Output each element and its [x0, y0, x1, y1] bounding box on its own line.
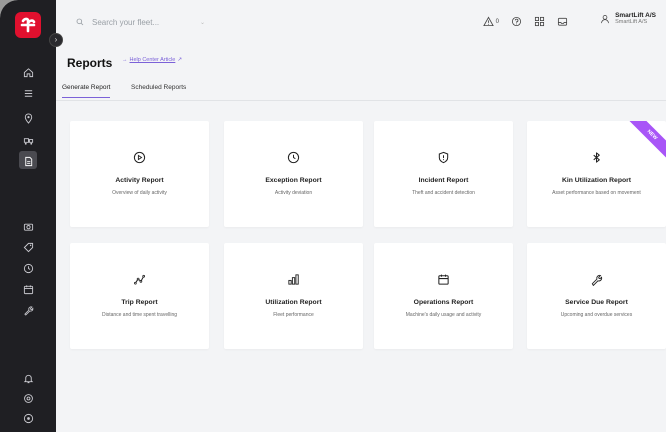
report-card-exception[interactable]: Exception Report Activity deviation [224, 121, 363, 227]
wrench-icon [23, 305, 33, 316]
external-link-icon: ↗ [177, 57, 182, 63]
report-card-title: Incident Report [418, 177, 469, 184]
list-icon [24, 89, 32, 97]
alert-count: 0 [495, 18, 499, 25]
sidebar-item-units[interactable] [0, 130, 56, 150]
home-icon [23, 67, 33, 77]
sidebar-item-reports[interactable] [0, 151, 56, 171]
sidebar-item-settings[interactable] [0, 388, 56, 408]
report-card-description: Overview of daily activity [112, 190, 167, 196]
report-card-incident[interactable]: Incident Report Theft and accident detec… [374, 121, 513, 227]
report-card-kin-utilization[interactable]: NEW Kin Utilization Report Asset perform… [527, 121, 666, 227]
help-link-arrow-icon: → [122, 57, 128, 63]
sidebar-item-history[interactable] [0, 258, 56, 278]
report-card-title: Trip Report [121, 299, 158, 306]
brand-logo[interactable] [15, 12, 41, 38]
help-button[interactable] [511, 16, 522, 27]
reports-icon [24, 156, 32, 166]
route-icon [133, 274, 146, 285]
report-card-activity[interactable]: Activity Report Overview of daily activi… [70, 121, 209, 227]
sidebar-item-service[interactable] [0, 300, 56, 320]
report-card-title: Exception Report [265, 177, 322, 184]
report-card-description: Asset performance based on movement [552, 190, 641, 196]
sidebar-item-camera[interactable] [0, 216, 56, 236]
report-card-title: Utilization Report [265, 299, 322, 306]
help-link-text: Help Center Article [129, 57, 176, 63]
report-card-title: Kin Utilization Report [561, 177, 632, 184]
sidebar-item-calendar[interactable] [0, 279, 56, 299]
inbox-icon [557, 17, 568, 26]
wrench-icon [591, 274, 603, 286]
report-card-trip[interactable]: Trip Report Distance and time spent trav… [70, 243, 209, 349]
sidebar-item-tags[interactable] [0, 237, 56, 257]
search-icon [76, 18, 84, 26]
top-icons: 0 [482, 16, 568, 27]
report-card-description: Distance and time spent travelling [101, 312, 178, 318]
bell-icon [23, 374, 33, 383]
camera-icon [23, 223, 33, 231]
bluetooth-icon [593, 152, 600, 163]
report-card-description: Theft and accident detection [412, 190, 475, 196]
search-input[interactable] [90, 16, 194, 28]
user-name: SmartLift A/S [615, 12, 656, 19]
alerts-button[interactable]: 0 [482, 16, 499, 27]
tab-scheduled-reports[interactable]: Scheduled Reports [131, 84, 186, 97]
sidebar-item-help[interactable] [0, 408, 56, 428]
report-card-description: Machine's daily usage and activity [405, 312, 482, 318]
search-dropdown-icon[interactable]: ⌄ [200, 19, 205, 26]
apps-grid-icon [534, 16, 545, 27]
report-card-title: Activity Report [115, 177, 164, 184]
units-icon [23, 137, 33, 145]
user-icon [601, 14, 609, 23]
calendar-icon [438, 274, 449, 285]
sidebar-item-list[interactable] [0, 83, 56, 103]
user-org: SmartLift A/S [615, 19, 648, 25]
app-window: › Search your fleet... ⌄ 0 SmartLift A/S… [0, 0, 666, 432]
search-box[interactable]: ⌄ [76, 12, 216, 32]
settings-icon [23, 393, 33, 403]
report-card-description: Upcoming and overdue services [560, 312, 633, 318]
help-icon [23, 413, 33, 423]
report-card-title: Service Due Report [565, 299, 628, 306]
report-card-description: Fleet performance [273, 312, 314, 318]
inbox-button[interactable] [557, 16, 568, 27]
apps-button[interactable] [534, 16, 545, 27]
report-card-operations[interactable]: Operations Report Machine's daily usage … [374, 243, 513, 349]
calendar-icon [23, 284, 33, 294]
shield-alert-icon [438, 151, 449, 164]
report-card-service-due[interactable]: Service Due Report Upcoming and overdue … [527, 243, 666, 349]
reports-grid: Activity Report Overview of daily activi… [56, 101, 666, 432]
warning-icon [482, 16, 494, 27]
sidebar-item-map[interactable] [0, 108, 56, 128]
sidebar-collapse-button[interactable]: › [49, 33, 63, 47]
sidebar-item-notifications[interactable] [0, 368, 56, 388]
clock-icon [287, 151, 300, 164]
report-card-description: Activity deviation [274, 190, 313, 196]
location-pin-icon [24, 113, 32, 124]
report-card-title: Operations Report [413, 299, 474, 306]
play-circle-icon [133, 151, 146, 164]
sidebar-item-home[interactable] [0, 62, 56, 82]
help-center-link[interactable]: → Help Center Article ↗ [122, 57, 182, 63]
tag-icon [23, 242, 33, 252]
user-menu[interactable]: SmartLift A/S SmartLift A/S [600, 12, 656, 25]
question-icon [511, 16, 522, 27]
tab-bar: Generate Report Scheduled Reports [56, 80, 666, 101]
tab-generate-report[interactable]: Generate Report [62, 84, 111, 98]
page-title: Reports [67, 56, 113, 70]
sidebar: › [0, 0, 63, 432]
top-bar: ⌄ 0 SmartLift A/S SmartLift A/S [56, 0, 666, 46]
clock-icon [23, 263, 33, 273]
report-card-utilization[interactable]: Utilization Report Fleet performance [224, 243, 363, 349]
bar-chart-icon [288, 274, 299, 285]
